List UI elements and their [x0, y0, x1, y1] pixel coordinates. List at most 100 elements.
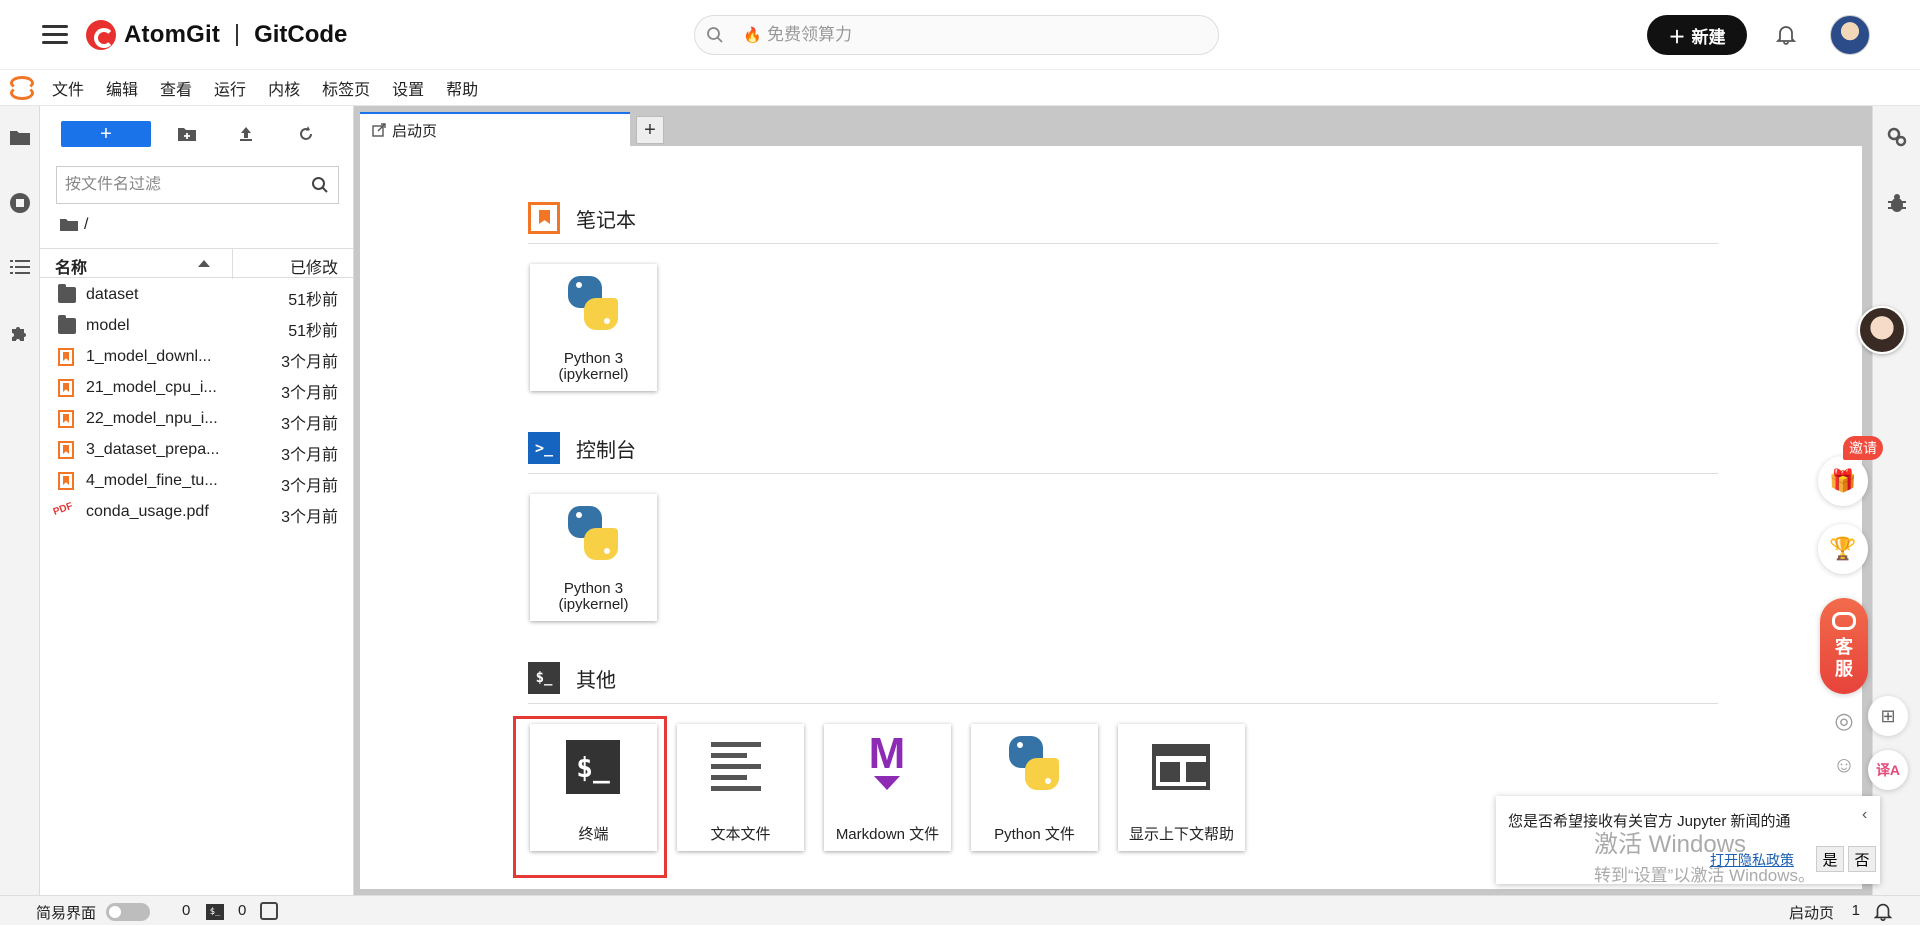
notification-no-button[interactable]: 否: [1848, 846, 1876, 872]
console-python3-card[interactable]: Python 3 (ipykernel): [530, 494, 657, 621]
file-name: 3_dataset_prepa...: [86, 441, 220, 458]
apps-grid-icon[interactable]: ⊞: [1868, 696, 1908, 736]
user-avatar[interactable]: [1830, 15, 1870, 55]
file-modified: 3个月前: [281, 447, 338, 464]
smiley-icon[interactable]: ☺: [1829, 750, 1859, 780]
trophy-icon[interactable]: 🏆: [1818, 524, 1868, 574]
terminal-card[interactable]: $_ 终端: [530, 724, 657, 851]
assistant-avatar[interactable]: [1858, 306, 1906, 354]
search-input[interactable]: [767, 25, 1147, 45]
file-row-notebook[interactable]: 3_dataset_prepa... 3个月前: [40, 435, 354, 466]
cpu-chip-icon[interactable]: [260, 902, 278, 920]
file-modified: 3个月前: [281, 385, 338, 402]
file-modified: 51秒前: [288, 292, 338, 309]
notification-bell-icon[interactable]: [1774, 22, 1798, 46]
card-label: 文本文件: [710, 826, 771, 843]
add-tab-button[interactable]: +: [636, 116, 664, 144]
section-console: >_ 控制台: [528, 430, 636, 466]
property-inspector-gears-icon[interactable]: [1886, 126, 1908, 148]
file-filter-input[interactable]: [57, 176, 302, 194]
tab-launcher[interactable]: 启动页: [360, 112, 630, 146]
text-file-card[interactable]: 文本文件: [677, 724, 804, 851]
customer-service-button[interactable]: 客 服: [1820, 598, 1868, 694]
menu-file[interactable]: 文件: [52, 76, 84, 100]
notification-bell-icon[interactable]: [1872, 900, 1894, 922]
simple-mode-toggle[interactable]: [106, 903, 150, 921]
section-divider: [528, 703, 1718, 704]
column-modified[interactable]: 已修改: [290, 254, 338, 278]
simple-mode-label: 简易界面: [36, 905, 97, 922]
menu-help[interactable]: 帮助: [446, 76, 478, 100]
file-row-dataset[interactable]: dataset 51秒前: [40, 280, 354, 311]
new-folder-icon[interactable]: [177, 124, 197, 144]
file-filter[interactable]: [56, 166, 339, 204]
headset-icon: [1832, 612, 1856, 630]
top-header: AtomGit GitCode 🔥 ＋ 新建: [0, 0, 1920, 70]
file-row-model[interactable]: model 51秒前: [40, 311, 354, 342]
section-notebook: 笔记本: [528, 200, 636, 236]
file-row-notebook[interactable]: 4_model_fine_tu... 3个月前: [40, 466, 354, 497]
global-search[interactable]: 🔥: [694, 15, 1219, 55]
kernel-count[interactable]: 0: [182, 902, 190, 919]
root-folder-icon[interactable]: [60, 217, 78, 233]
notification-yes-button[interactable]: 是: [1816, 846, 1844, 872]
column-divider[interactable]: [232, 249, 233, 279]
file-name: 21_model_cpu_i...: [86, 379, 217, 396]
file-modified: 3个月前: [281, 416, 338, 433]
table-of-contents-icon[interactable]: [9, 256, 31, 278]
notebook-python3-card[interactable]: Python 3 (ipykernel): [530, 264, 657, 391]
breadcrumb-path[interactable]: /: [84, 216, 88, 234]
swirl-icon[interactable]: ◎: [1829, 706, 1859, 736]
file-row-notebook[interactable]: 1_model_downl... 3个月前: [40, 342, 354, 373]
active-tab-label: 启动页: [1788, 905, 1834, 922]
menu-run[interactable]: 运行: [214, 76, 246, 100]
file-row-notebook[interactable]: 21_model_cpu_i... 3个月前: [40, 373, 354, 404]
menu-settings[interactable]: 设置: [392, 76, 424, 100]
file-row-pdf[interactable]: PDF conda_usage.pdf 3个月前: [40, 497, 354, 528]
running-stop-icon[interactable]: [9, 192, 31, 214]
menu-tabs[interactable]: 标签页: [322, 76, 370, 100]
file-row-notebook[interactable]: 22_model_npu_i... 3个月前: [40, 404, 354, 435]
refresh-icon[interactable]: [296, 124, 316, 144]
file-list-header: 名称 已修改: [40, 248, 354, 279]
upload-icon[interactable]: [236, 124, 256, 144]
folder-icon: [58, 315, 76, 334]
plus-icon: ＋: [1668, 27, 1686, 47]
hamburger-menu-icon[interactable]: [42, 22, 68, 48]
markdown-file-card[interactable]: M Markdown 文件: [824, 724, 951, 851]
menu-view[interactable]: 查看: [160, 76, 192, 100]
context-help-card[interactable]: 显示上下文帮助: [1118, 724, 1245, 851]
card-label-line1: Python 3: [563, 350, 624, 367]
brand-divider: [236, 24, 239, 46]
section-title: 其他: [576, 669, 616, 692]
jupyter-menubar: 文件 编辑 查看 运行 内核 标签页 设置 帮助: [0, 70, 1920, 106]
folder-icon[interactable]: [9, 126, 31, 148]
python-icon: [564, 274, 622, 332]
file-browser: + / 名称 已修改 dataset 51秒前 model: [40, 106, 354, 895]
menu-kernel[interactable]: 内核: [268, 76, 300, 100]
new-button[interactable]: ＋ 新建: [1647, 15, 1747, 55]
extension-puzzle-icon[interactable]: [9, 322, 31, 344]
brand-logo[interactable]: AtomGit GitCode: [86, 16, 347, 54]
invite-badge[interactable]: 邀请: [1843, 436, 1883, 460]
menu-edit[interactable]: 编辑: [106, 76, 138, 100]
card-label-line2: (ipykernel): [558, 596, 629, 613]
fire-icon: 🔥: [743, 27, 762, 44]
python-icon: [1005, 734, 1063, 792]
privacy-policy-link[interactable]: 打开隐私政策: [1710, 850, 1794, 870]
notebook-icon: [58, 472, 74, 490]
notebook-icon: [58, 348, 74, 366]
status-bar: 简易界面 0 $_ 0 启动页 1: [0, 895, 1920, 925]
kefu-label-2: 服: [1835, 659, 1853, 679]
translate-button[interactable]: 译A: [1868, 750, 1908, 790]
new-launcher-button[interactable]: +: [61, 121, 151, 147]
notebook-icon: [58, 410, 74, 428]
new-button-label: 新建: [1691, 27, 1726, 47]
pdf-icon: PDF: [51, 500, 75, 518]
collapse-chevron-icon[interactable]: ‹: [1862, 806, 1867, 824]
debugger-bug-icon[interactable]: [1886, 192, 1908, 214]
column-name[interactable]: 名称: [55, 254, 87, 278]
terminal-count[interactable]: 0: [238, 902, 246, 919]
gift-icon[interactable]: 🎁: [1818, 456, 1868, 506]
python-file-card[interactable]: Python 文件: [971, 724, 1098, 851]
